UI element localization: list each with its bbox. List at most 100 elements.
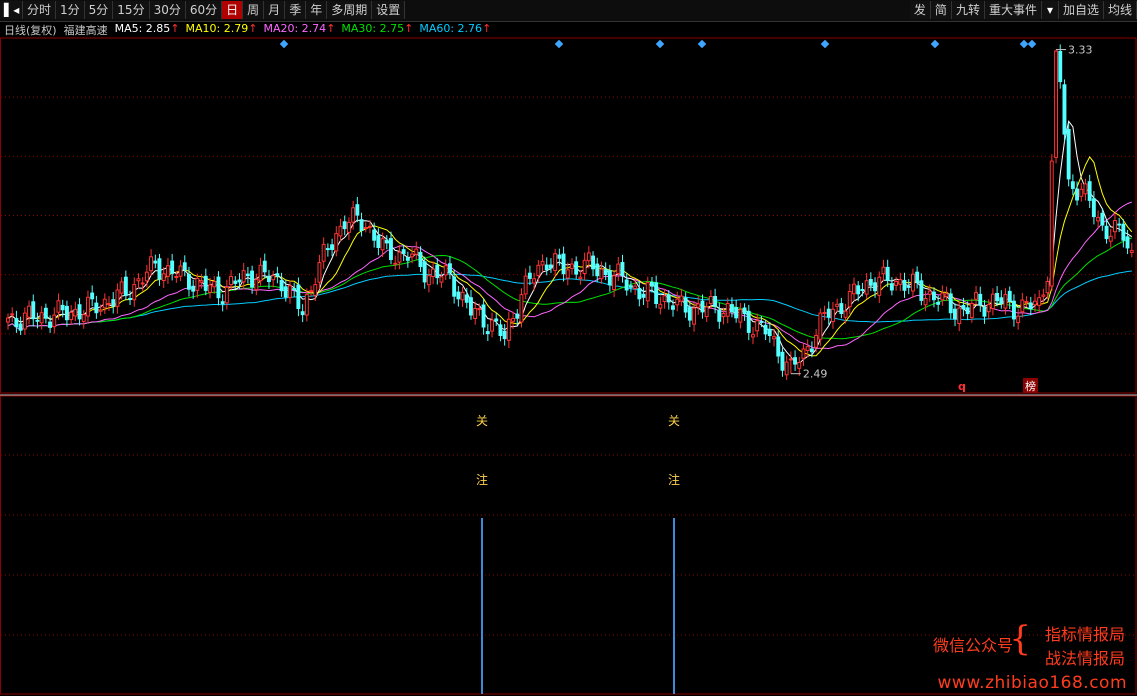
candle-up	[6, 317, 10, 323]
candle-down	[759, 321, 764, 323]
candle-up	[271, 275, 276, 281]
candle-down	[300, 311, 305, 316]
candle-down	[1028, 302, 1033, 310]
candle-down	[43, 307, 48, 319]
candle-up	[212, 281, 217, 288]
candle-up	[439, 276, 444, 283]
candle-up	[309, 290, 314, 293]
candle-down	[902, 279, 907, 291]
candle-up	[616, 263, 621, 275]
candle-down	[961, 305, 966, 310]
candle-up	[788, 358, 793, 361]
candle-down	[1066, 129, 1071, 180]
candle-up	[894, 281, 898, 286]
candle-down	[780, 351, 785, 371]
candle-down	[654, 282, 659, 304]
brace-icon: {	[1009, 619, 1031, 659]
candle-down	[262, 260, 267, 273]
candle-up	[1096, 216, 1100, 222]
candle-down	[932, 291, 936, 301]
candle-up	[136, 278, 141, 282]
candle-up	[69, 311, 74, 320]
candle-down	[191, 285, 196, 292]
candle-down	[549, 264, 553, 269]
candle-up	[696, 303, 701, 308]
candle-up	[831, 308, 835, 323]
candle-up	[174, 276, 179, 278]
candle-up	[864, 280, 869, 295]
candle-up	[10, 313, 15, 316]
candle-down	[671, 305, 675, 310]
candle-up	[443, 265, 448, 276]
candle-up	[570, 263, 574, 269]
candle-up	[843, 310, 848, 318]
candle-up	[565, 269, 570, 279]
candle-up	[911, 273, 915, 292]
candle-down	[182, 262, 187, 271]
candle-down	[734, 307, 739, 319]
candle-down	[283, 286, 288, 298]
candle-down	[995, 293, 999, 302]
candle-up	[944, 293, 949, 297]
signal-char-zhu-0: 注	[476, 472, 488, 487]
candle-up	[801, 348, 806, 359]
candle-up	[22, 312, 27, 330]
candle-up	[708, 296, 713, 304]
candle-up	[317, 262, 322, 283]
candle-up	[149, 256, 154, 272]
candle-down	[1100, 212, 1105, 226]
candle-up	[363, 227, 368, 229]
candle-up	[338, 225, 343, 237]
candle-up	[818, 312, 823, 340]
marker-q: q	[958, 380, 966, 393]
candle-up	[582, 259, 587, 274]
candle-up	[805, 346, 810, 352]
candle-down	[464, 294, 469, 303]
candle-up	[506, 318, 511, 341]
signal-diamond	[1027, 39, 1037, 49]
candle-up	[898, 279, 903, 285]
signal-diamond	[697, 39, 707, 49]
candle-up	[107, 303, 111, 305]
ma10-line	[7, 155, 1133, 357]
candle-down	[856, 285, 861, 295]
candle-down	[18, 323, 23, 331]
candle-up	[974, 292, 978, 300]
candle-up	[957, 307, 962, 325]
candle-up	[161, 273, 166, 281]
candle-down	[481, 304, 486, 328]
ma5-line	[7, 120, 1133, 365]
ma30-line	[7, 237, 1132, 340]
candle-up	[772, 336, 776, 340]
candle-down	[250, 270, 255, 288]
price-annotations: 3.33 2.49 q 榜	[790, 44, 1093, 393]
candle-down	[793, 357, 797, 365]
candle-up	[645, 282, 650, 302]
candle-down	[153, 260, 158, 264]
candle-up	[927, 290, 932, 295]
candle-down	[35, 319, 40, 322]
high-price-label: 3.33	[1068, 44, 1093, 57]
candle-down	[111, 299, 116, 307]
candle-down	[666, 294, 671, 303]
candle-up	[519, 294, 524, 323]
candle-down	[233, 280, 238, 284]
candle-up	[1033, 300, 1037, 306]
kline-chart[interactable]: 3.33 2.49 q 榜 关注 关注	[0, 0, 1137, 696]
candle-up	[1003, 294, 1008, 309]
candle-up	[490, 319, 495, 332]
candle-down	[650, 281, 654, 287]
candle-up	[132, 284, 137, 301]
candle-up	[199, 280, 204, 283]
candle-up	[334, 233, 339, 252]
candle-down	[603, 269, 608, 276]
candle-down	[687, 307, 692, 321]
candle-up	[586, 252, 591, 262]
candle-up	[258, 264, 263, 282]
candle-up	[86, 296, 90, 317]
watermark-url: www.zhibiao168.com	[937, 673, 1127, 693]
candle-down	[713, 296, 717, 308]
candle-up	[738, 309, 743, 323]
candle-up	[969, 303, 974, 319]
candle-up	[414, 248, 419, 255]
